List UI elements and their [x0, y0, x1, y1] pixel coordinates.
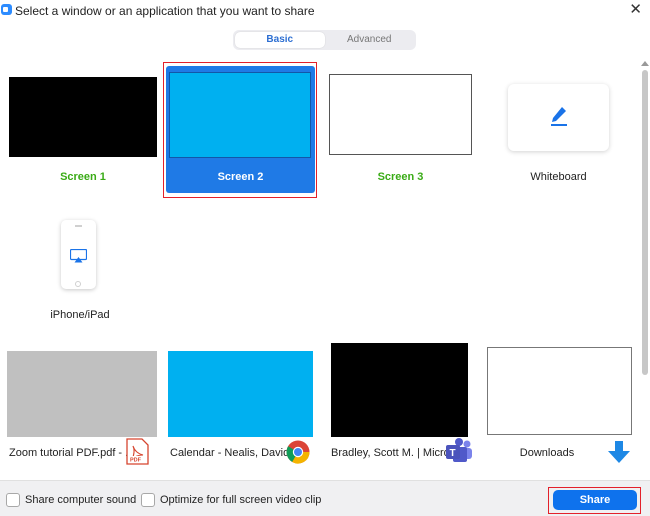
- app-window-calendar[interactable]: [168, 351, 313, 437]
- app-window-teams-label: Bradley, Scott M. | Micro...: [331, 447, 459, 459]
- app-window-calendar-label: Calendar - Nealis, David ...: [170, 447, 302, 459]
- scrollbar-thumb[interactable]: [642, 70, 648, 375]
- svg-text:PDF: PDF: [130, 458, 142, 464]
- app-window-pdf[interactable]: [7, 351, 157, 437]
- share-mode-tabs: Basic Advanced: [233, 30, 416, 50]
- share-computer-sound-checkbox[interactable]: [6, 493, 20, 507]
- phone-home-button: [75, 281, 81, 287]
- screen-1-label: Screen 1: [60, 171, 106, 183]
- window-title: Select a window or an application that y…: [15, 4, 315, 18]
- screen-3-label: Screen 3: [377, 171, 424, 183]
- chrome-icon: [286, 440, 310, 464]
- zoom-app-icon: [1, 4, 12, 15]
- iphone-ipad-label: iPhone/iPad: [50, 309, 110, 321]
- optimize-video-label: Optimize for full screen video clip: [160, 494, 322, 506]
- teams-icon: T: [446, 438, 472, 462]
- screen-3-tile[interactable]: [329, 74, 472, 155]
- screen-2-preview: [169, 72, 311, 158]
- optimize-video-checkbox[interactable]: [141, 493, 155, 507]
- close-icon[interactable]: ✕: [629, 2, 642, 18]
- app-window-downloads[interactable]: [487, 347, 632, 435]
- screen-2-label: Screen 2: [217, 171, 264, 183]
- tab-advanced[interactable]: Advanced: [325, 32, 415, 48]
- share-button[interactable]: Share: [553, 490, 637, 510]
- phone-speaker: [75, 225, 82, 227]
- scroll-up-arrow-icon[interactable]: [641, 61, 649, 66]
- app-window-pdf-label: Zoom tutorial PDF.pdf - ...: [9, 447, 135, 459]
- screen-1-tile[interactable]: [9, 77, 157, 157]
- title-bar: Select a window or an application that y…: [0, 0, 650, 22]
- airplay-icon: [70, 249, 87, 263]
- whiteboard-label: Whiteboard: [530, 171, 587, 183]
- svg-text:T: T: [450, 448, 456, 459]
- download-arrow-icon: [608, 441, 630, 463]
- pdf-icon: PDF: [126, 438, 149, 465]
- share-computer-sound-label: Share computer sound: [25, 494, 137, 506]
- app-window-teams[interactable]: [331, 343, 468, 437]
- pencil-icon: [551, 107, 567, 126]
- tab-basic[interactable]: Basic: [235, 32, 325, 48]
- app-window-downloads-label: Downloads: [519, 447, 575, 459]
